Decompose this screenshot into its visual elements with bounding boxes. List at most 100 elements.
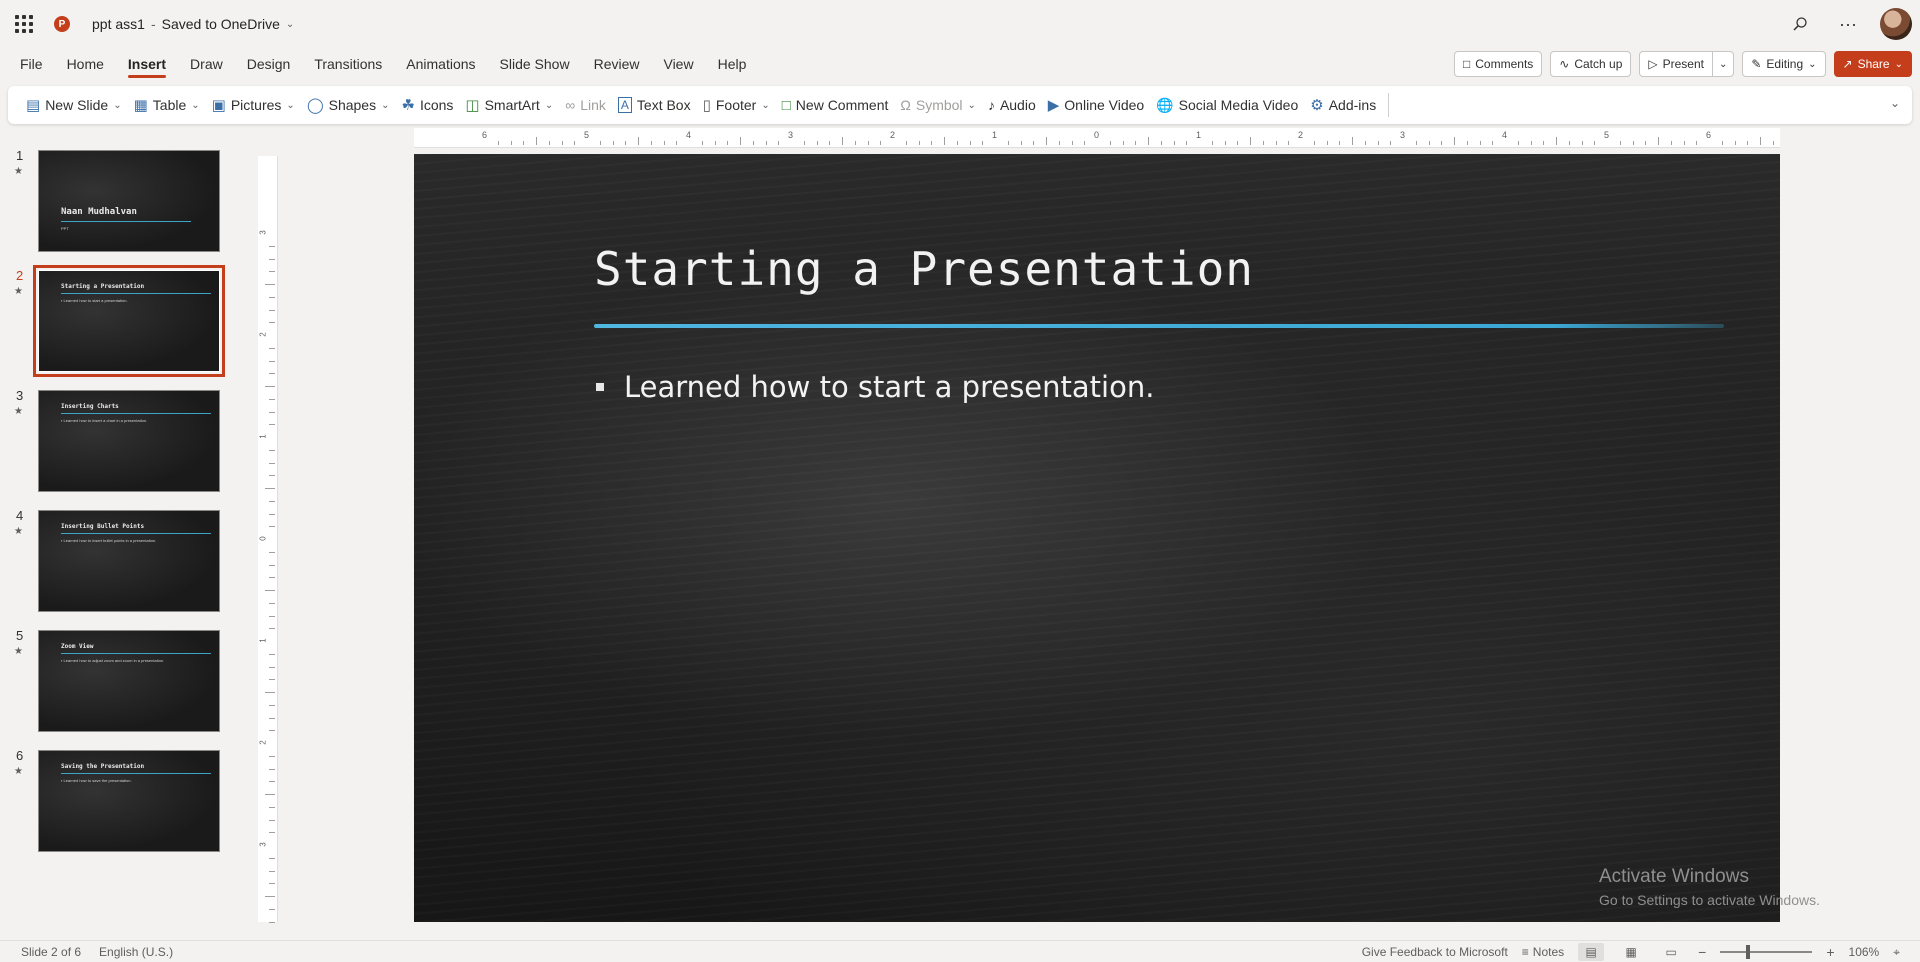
ruler-label: 6 — [1706, 130, 1712, 140]
slide-thumbnail-1[interactable]: 1 ★ Naan Mudhalvan PPT — [0, 148, 256, 252]
slide-thumbnail-6[interactable]: 6 ★ Saving the Presentation ▪ Learned ho… — [0, 748, 256, 852]
slide-thumbnail-2[interactable]: 2 ★ Starting a Presentation ▪ Learned ho… — [0, 265, 256, 377]
tab-draw[interactable]: Draw — [178, 48, 235, 80]
chevron-down-icon: ⌄ — [286, 99, 295, 111]
zoom-out-icon[interactable]: − — [1698, 944, 1706, 960]
online-video-button[interactable]: ▶ Online Video — [1042, 90, 1150, 120]
thumbnail-preview[interactable]: Naan Mudhalvan PPT — [38, 150, 220, 252]
share-label: Share — [1857, 57, 1890, 71]
ruler-tick — [1683, 141, 1685, 145]
ruler-tick — [269, 526, 275, 528]
title-bar: P ppt ass1 - Saved to OneDrive ⌄ ··· — [0, 0, 1920, 48]
app-launcher-icon[interactable] — [0, 0, 48, 48]
ruler-tick — [829, 141, 831, 145]
thumbnail-preview[interactable]: Inserting Charts ▪ Learned how to insert… — [38, 390, 220, 492]
thumbnail-preview[interactable]: Starting a Presentation ▪ Learned how to… — [33, 265, 225, 377]
zoom-slider[interactable] — [1720, 945, 1813, 959]
language-indicator[interactable]: English (U.S.) — [99, 945, 173, 959]
table-label: Table — [152, 97, 187, 113]
add-ins-button[interactable]: ⚙ Add-ins — [1304, 90, 1382, 120]
slide-thumbnail-4[interactable]: 4 ★ Inserting Bullet Points ▪ Learned ho… — [0, 508, 256, 612]
ruler-tick — [269, 322, 275, 324]
thumbnail-preview[interactable]: Saving the Presentation ▪ Learned how to… — [38, 750, 220, 852]
slide-thumbnail-3[interactable]: 3 ★ Inserting Charts ▪ Learned how to in… — [0, 388, 256, 492]
tab-help[interactable]: Help — [706, 48, 759, 80]
table-button[interactable]: ▦ Table ⌄ — [128, 90, 206, 120]
more-options-icon[interactable]: ··· — [1824, 0, 1872, 48]
ruler-tick — [752, 141, 754, 145]
document-title[interactable]: ppt ass1 - Saved to OneDrive ⌄ — [92, 16, 294, 32]
search-icon[interactable] — [1776, 0, 1824, 48]
catch-up-button[interactable]: ∿ Catch up — [1550, 51, 1632, 77]
link-button[interactable]: ∞ Link — [559, 90, 612, 120]
feedback-link[interactable]: Give Feedback to Microsoft — [1362, 945, 1508, 959]
table-icon: ▦ — [133, 97, 148, 114]
zoom-slider-thumb[interactable] — [1746, 945, 1751, 959]
tab-transitions[interactable]: Transitions — [302, 48, 394, 80]
zoom-level[interactable]: 106% — [1849, 945, 1880, 959]
ruler-tick — [740, 137, 741, 145]
zoom-in-icon[interactable]: + — [1826, 944, 1834, 960]
editing-label: Editing — [1766, 57, 1804, 71]
pictures-button[interactable]: ▣ Pictures ⌄ — [206, 90, 301, 120]
editing-mode-button[interactable]: ✎ Editing ⌄ — [1742, 51, 1826, 77]
slide-sorter-icon[interactable]: ▦ — [1618, 943, 1644, 961]
slide-thumbnail-5[interactable]: 5 ★ Zoom View ▪ Learned how to adjust zo… — [0, 628, 256, 732]
slide-canvas[interactable]: Starting a Presentation Learned how to s… — [414, 154, 1780, 922]
thumbnail-preview[interactable]: Inserting Bullet Points ▪ Learned how to… — [38, 510, 220, 612]
symbol-button[interactable]: Ω Symbol ⌄ — [894, 90, 982, 120]
avatar[interactable] — [1880, 8, 1912, 40]
tab-review[interactable]: Review — [582, 48, 652, 80]
tab-home[interactable]: Home — [55, 48, 116, 80]
ruler-tick — [1543, 141, 1545, 145]
ruler-tick — [905, 141, 907, 145]
thumbnail-preview[interactable]: Zoom View ▪ Learned how to adjust zoom a… — [38, 630, 220, 732]
text-box-button[interactable]: A Text Box — [612, 90, 697, 120]
ribbon-divider — [1388, 93, 1390, 117]
ruler-tick — [269, 398, 275, 400]
ruler-tick — [842, 137, 843, 145]
icons-button[interactable]: ☘ Icons — [395, 90, 459, 120]
slide-number: 4 — [16, 508, 24, 523]
slide-title[interactable]: Starting a Presentation — [594, 242, 1254, 296]
tab-animations[interactable]: Animations — [394, 48, 487, 80]
fit-to-window-icon[interactable]: ⌖ — [1893, 945, 1900, 960]
smartart-button[interactable]: ◫ SmartArt ⌄ — [459, 90, 559, 120]
link-icon: ∞ — [565, 97, 576, 113]
new-slide-button[interactable]: ▤ New Slide ⌄ — [20, 90, 128, 120]
tab-slide-show[interactable]: Slide Show — [488, 48, 582, 80]
ruler-tick — [625, 141, 627, 145]
thumbnail-subtitle: PPT — [61, 226, 69, 231]
present-label: Present — [1662, 57, 1704, 71]
ruler-tick — [1581, 141, 1583, 145]
slide-body[interactable]: Learned how to start a presentation. — [596, 370, 1154, 404]
share-button[interactable]: ↗ Share ⌄ — [1833, 51, 1912, 77]
insert-ribbon: ▤ New Slide ⌄ ▦ Table ⌄ ▣ Pictures ⌄ ◯ S… — [8, 86, 1912, 124]
footer-button[interactable]: ▯ Footer ⌄ — [697, 90, 776, 120]
social-media-video-button[interactable]: 🌐 Social Media Video — [1150, 90, 1304, 120]
audio-button[interactable]: ♪ Audio — [982, 90, 1042, 120]
text-box-label: Text Box — [636, 97, 691, 113]
ruler-tick — [265, 896, 275, 897]
new-comment-button[interactable]: □ New Comment — [776, 90, 895, 120]
ruler-tick — [1173, 141, 1175, 145]
tab-view[interactable]: View — [651, 48, 705, 80]
ruler-tick — [1339, 141, 1341, 145]
ruler-label: 1 — [1196, 130, 1202, 140]
normal-view-icon[interactable]: ▤ — [1578, 943, 1605, 961]
present-button[interactable]: ▷ Present — [1639, 51, 1713, 77]
present-dropdown[interactable]: ⌄ — [1712, 51, 1735, 77]
ruler-tick — [269, 245, 275, 247]
ruler-tick — [1148, 137, 1149, 145]
chevron-down-icon: ⌄ — [1894, 58, 1903, 70]
ruler-tick — [269, 717, 275, 719]
tab-file[interactable]: File — [0, 48, 55, 80]
notes-button[interactable]: ≡ Notes — [1522, 945, 1564, 959]
ribbon-collapse-icon[interactable]: ⌄ — [1890, 96, 1900, 110]
shapes-button[interactable]: ◯ Shapes ⌄ — [301, 90, 396, 120]
comments-button[interactable]: □ Comments — [1454, 51, 1543, 77]
tab-design[interactable]: Design — [235, 48, 303, 80]
new-slide-label: New Slide — [45, 97, 109, 113]
tab-insert[interactable]: Insert — [116, 48, 178, 80]
reading-view-icon[interactable]: ▭ — [1658, 943, 1684, 961]
